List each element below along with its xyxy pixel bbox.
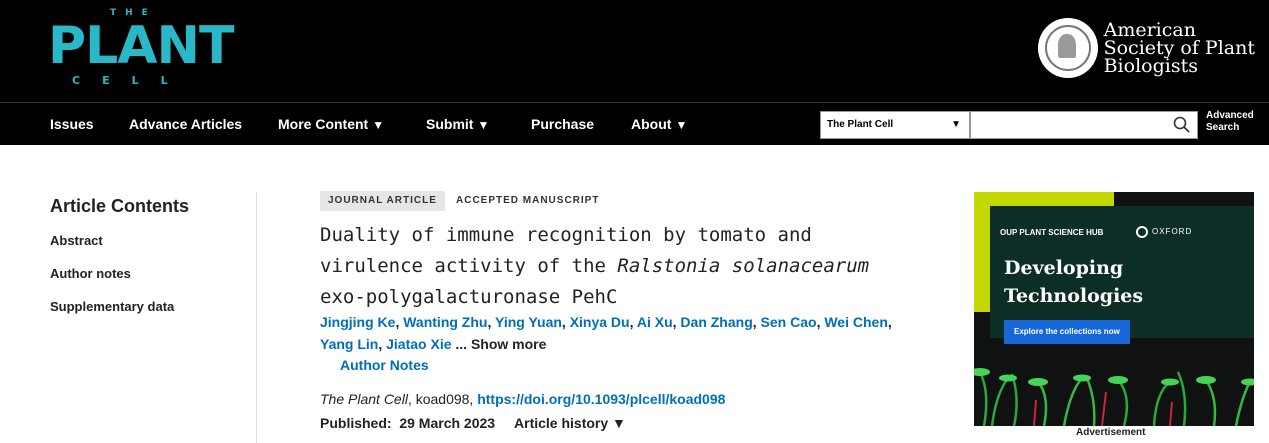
- author-link[interactable]: Wei Chen: [824, 314, 888, 330]
- search-scope-select[interactable]: The Plant Cell ▼: [820, 111, 970, 139]
- search-input[interactable]: [970, 111, 1198, 139]
- author-link[interactable]: Dan Zhang: [680, 314, 752, 330]
- nav-about[interactable]: About ▼: [631, 103, 687, 145]
- plant-cell-logo[interactable]: THE PLANT CELL: [48, 8, 234, 92]
- seedlings-image: [974, 368, 1254, 426]
- divider: [256, 192, 257, 443]
- article-contents-heading: Article Contents: [50, 196, 190, 216]
- chevron-down-icon: ▼: [675, 118, 688, 132]
- author-link[interactable]: Wanting Zhu: [403, 314, 487, 330]
- author-notes-link[interactable]: Author Notes: [340, 357, 429, 373]
- nav-bar: Issues Advance Articles More Content ▼ Su…: [0, 102, 1269, 145]
- nav-issues[interactable]: Issues: [50, 103, 94, 145]
- contents-link-supplementary[interactable]: Supplementary data: [50, 299, 174, 314]
- show-more-link[interactable]: ... Show more: [455, 336, 546, 352]
- nav-advance-articles[interactable]: Advance Articles: [129, 103, 242, 145]
- author-link[interactable]: Yang Lin: [320, 336, 378, 352]
- search-icon[interactable]: [1173, 116, 1191, 134]
- advanced-search-link[interactable]: Advanced Search: [1206, 110, 1254, 134]
- author-link[interactable]: Ai Xu: [637, 314, 673, 330]
- chevron-down-icon: ▼: [477, 118, 490, 132]
- article-title: Duality of immune recognition by tomato …: [320, 224, 870, 308]
- citation-line: The Plant Cell, koad098, https://doi.org…: [320, 391, 726, 407]
- society-seal-icon: [1037, 18, 1098, 78]
- author-link[interactable]: Ying Yuan: [495, 314, 562, 330]
- nav-purchase[interactable]: Purchase: [531, 103, 594, 145]
- ad-headline: Developing Technologies: [1004, 257, 1144, 307]
- contents-link-abstract[interactable]: Abstract: [50, 233, 103, 248]
- society-name: American Society of Plant Biologists: [1103, 19, 1255, 77]
- nav-submit[interactable]: Submit ▼: [426, 103, 489, 145]
- nav-more-content[interactable]: More Content ▼: [278, 103, 384, 145]
- author-link[interactable]: Jiatao Xie: [386, 336, 451, 352]
- advertisement-banner[interactable]: OUP PLANT SCIENCE HUB OXFORD Developing T…: [974, 192, 1254, 426]
- logo-plant: PLANT: [48, 16, 234, 76]
- ad-cta-button[interactable]: Explore the collections now: [1004, 320, 1130, 344]
- author-link[interactable]: Sen Cao: [761, 314, 817, 330]
- chevron-down-icon: ▼: [372, 118, 385, 132]
- author-link[interactable]: Jingjing Ke: [320, 314, 395, 330]
- article-status-badge: ACCEPTED MANUSCRIPT: [456, 195, 600, 206]
- masthead: THE PLANT CELL American Society of Plant…: [0, 0, 1269, 102]
- contents-link-author-notes[interactable]: Author notes: [50, 266, 131, 281]
- article-type-badge: JOURNAL ARTICLE: [320, 191, 445, 211]
- article-history-toggle[interactable]: Article history ▼: [514, 415, 626, 431]
- published-date: 29 March 2023: [399, 415, 496, 431]
- logo-cell: CELL: [72, 74, 190, 87]
- aspb-logo[interactable]: American Society of Plant Biologists: [1037, 16, 1255, 80]
- published-line: Published: 29 March 2023 Article history…: [320, 415, 626, 431]
- oxford-logo: OXFORD: [1136, 226, 1192, 238]
- ad-hub-label: OUP PLANT SCIENCE HUB: [1000, 228, 1104, 237]
- author-link[interactable]: Xinya Du: [570, 314, 630, 330]
- chevron-down-icon: ▼: [951, 119, 961, 130]
- author-list: Jingjing Ke, Wanting Zhu, Ying Yuan, Xin…: [320, 314, 892, 352]
- doi-link[interactable]: https://doi.org/10.1093/plcell/koad098: [477, 391, 725, 407]
- advertisement-label: Advertisement: [1076, 427, 1146, 438]
- journal-name: The Plant Cell: [320, 391, 408, 407]
